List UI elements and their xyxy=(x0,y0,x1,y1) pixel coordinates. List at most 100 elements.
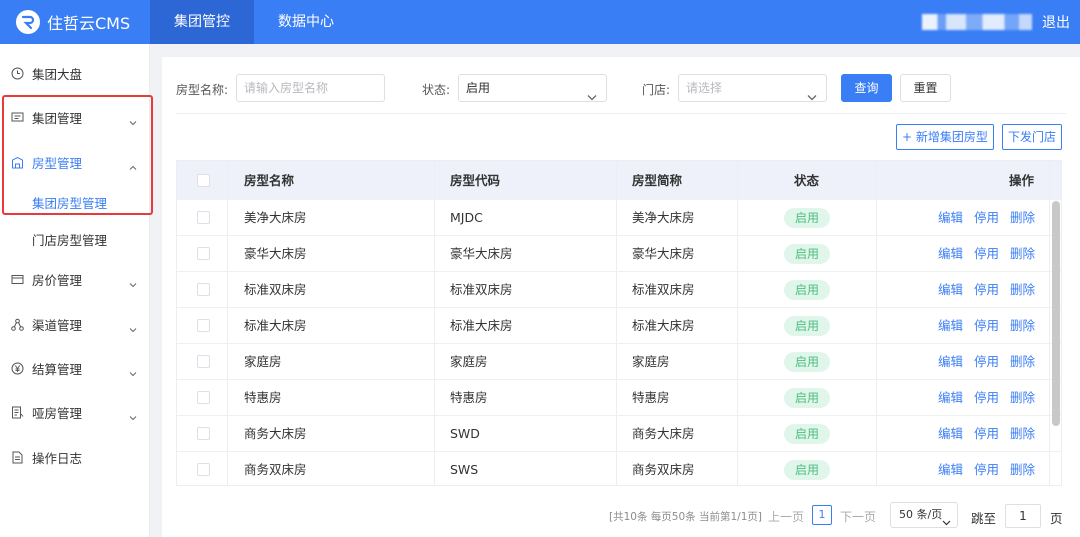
sidebar-item-room-type[interactable]: 房型管理 xyxy=(0,140,149,184)
disable-link[interactable]: 停用 xyxy=(974,308,999,344)
row-checkbox[interactable] xyxy=(197,427,210,440)
select-all-checkbox[interactable] xyxy=(197,174,210,187)
app-title: 住哲云CMS xyxy=(47,14,131,33)
chevron-down-icon xyxy=(807,84,817,110)
cell-room-name: 商务大床房 xyxy=(244,426,307,441)
edit-link[interactable]: 编辑 xyxy=(938,452,963,485)
app-logo[interactable]: 住哲云CMS xyxy=(0,0,150,44)
delete-link[interactable]: 删除 xyxy=(1010,344,1035,380)
sidebar-item-dummy-room[interactable]: 哑房管理 xyxy=(0,390,149,434)
row-checkbox[interactable] xyxy=(197,319,210,332)
page-size-value: 50 条/页 xyxy=(899,508,943,521)
delete-link[interactable]: 删除 xyxy=(1010,200,1035,236)
current-page-button[interactable]: 1 xyxy=(812,505,832,525)
cell-room-code: MJDC xyxy=(450,210,483,225)
chevron-down-icon xyxy=(129,365,137,380)
store-select[interactable]: 请选择 xyxy=(678,74,827,102)
dispatch-to-store-button[interactable]: 下发门店 xyxy=(1002,124,1063,150)
delete-link[interactable]: 删除 xyxy=(1010,416,1035,452)
status-badge: 启用 xyxy=(784,424,830,444)
network-icon xyxy=(11,318,24,331)
status-badge: 启用 xyxy=(784,388,830,408)
prev-page-link[interactable]: 上一页 xyxy=(768,508,804,525)
delete-link[interactable]: 删除 xyxy=(1010,308,1035,344)
header-room-name: 房型名称 xyxy=(244,173,295,188)
table-scrollbar[interactable] xyxy=(1052,201,1060,426)
sidebar-item-label: 房型管理 xyxy=(32,155,83,171)
row-checkbox[interactable] xyxy=(197,211,210,224)
disable-link[interactable]: 停用 xyxy=(974,200,999,236)
sidebar-item-room-price[interactable]: 房价管理 xyxy=(0,257,149,301)
cell-room-code: 标准大床房 xyxy=(450,318,513,333)
sidebar-item-channel[interactable]: 渠道管理 xyxy=(0,302,149,346)
header-room-short: 房型简称 xyxy=(632,173,683,188)
row-checkbox[interactable] xyxy=(197,247,210,260)
edit-link[interactable]: 编辑 xyxy=(938,272,963,308)
card-icon xyxy=(11,273,24,286)
disable-link[interactable]: 停用 xyxy=(974,380,999,416)
disable-link[interactable]: 停用 xyxy=(974,344,999,380)
add-group-room-type-button[interactable]: + 新增集团房型 xyxy=(896,124,994,150)
sidebar-item-operation-log[interactable]: 操作日志 xyxy=(0,435,149,479)
reset-button[interactable]: 重置 xyxy=(900,74,951,102)
status-badge: 启用 xyxy=(784,244,830,264)
edit-link[interactable]: 编辑 xyxy=(938,200,963,236)
row-checkbox[interactable] xyxy=(197,355,210,368)
yen-icon xyxy=(11,362,24,375)
delete-link[interactable]: 删除 xyxy=(1010,236,1035,272)
table-row: 家庭房 家庭房 家庭房 启用 编辑 停用 删除 xyxy=(177,344,1061,380)
table-row: 标准双床房 标准双床房 标准双床房 启用 编辑 停用 删除 xyxy=(177,272,1061,308)
disable-link[interactable]: 停用 xyxy=(974,452,999,485)
delete-link[interactable]: 删除 xyxy=(1010,272,1035,308)
room-type-input[interactable]: 请输入房型名称 xyxy=(236,74,385,102)
edit-link[interactable]: 编辑 xyxy=(938,380,963,416)
delete-link[interactable]: 删除 xyxy=(1010,380,1035,416)
tab-group-control[interactable]: 集团管控 xyxy=(150,0,254,44)
tab-data-center[interactable]: 数据中心 xyxy=(254,0,358,44)
building-icon xyxy=(11,156,24,169)
disable-link[interactable]: 停用 xyxy=(974,416,999,452)
sidebar: 集团大盘 集团管理 房型管理 集团房型管理 门店房型管理 房价管理 渠道管理 结… xyxy=(0,44,150,537)
query-button[interactable]: 查询 xyxy=(841,74,892,102)
cell-room-name: 特惠房 xyxy=(244,390,282,405)
row-checkbox[interactable] xyxy=(197,463,210,476)
sidebar-item-group-dashboard[interactable]: 集团大盘 xyxy=(0,51,149,95)
status-select-value: 启用 xyxy=(466,81,491,95)
logo-icon xyxy=(16,10,40,34)
cell-room-code: 家庭房 xyxy=(450,354,488,369)
page-size-select[interactable]: 50 条/页 xyxy=(890,502,958,528)
header-status: 状态 xyxy=(794,173,820,188)
document-icon xyxy=(11,451,24,464)
sidebar-item-settlement[interactable]: 结算管理 xyxy=(0,346,149,390)
status-select[interactable]: 启用 xyxy=(458,74,607,102)
cell-room-code: SWD xyxy=(450,426,480,441)
logout-link[interactable]: 退出 xyxy=(1042,12,1070,32)
row-checkbox[interactable] xyxy=(197,391,210,404)
sidebar-subitem-store-room-type[interactable]: 门店房型管理 xyxy=(0,221,149,258)
user-area: 退出 xyxy=(922,0,1070,44)
edit-link[interactable]: 编辑 xyxy=(938,236,963,272)
sidebar-item-label: 哑房管理 xyxy=(32,405,83,421)
sidebar-subitem-group-room-type[interactable]: 集团房型管理 xyxy=(0,184,149,221)
next-page-link[interactable]: 下一页 xyxy=(840,508,876,525)
status-badge: 启用 xyxy=(784,280,830,300)
status-badge: 启用 xyxy=(784,316,830,336)
sidebar-item-label: 房价管理 xyxy=(32,272,83,288)
status-badge: 启用 xyxy=(784,208,830,228)
jump-page-input[interactable]: 1 xyxy=(1005,504,1041,528)
cell-room-short: 商务大床房 xyxy=(632,426,695,441)
sidebar-item-group-management[interactable]: 集团管理 xyxy=(0,95,149,139)
edit-link[interactable]: 编辑 xyxy=(938,416,963,452)
store-label: 门店: xyxy=(642,83,671,97)
page-suffix-label: 页 xyxy=(1050,511,1063,526)
disable-link[interactable]: 停用 xyxy=(974,236,999,272)
delete-link[interactable]: 删除 xyxy=(1010,452,1035,485)
chevron-up-icon xyxy=(129,159,137,174)
row-checkbox[interactable] xyxy=(197,283,210,296)
chevron-down-icon xyxy=(587,84,597,110)
edit-link[interactable]: 编辑 xyxy=(938,308,963,344)
cell-room-name: 家庭房 xyxy=(244,354,282,369)
table-row: 商务大床房 SWD 商务大床房 启用 编辑 停用 删除 xyxy=(177,416,1061,452)
edit-link[interactable]: 编辑 xyxy=(938,344,963,380)
disable-link[interactable]: 停用 xyxy=(974,272,999,308)
